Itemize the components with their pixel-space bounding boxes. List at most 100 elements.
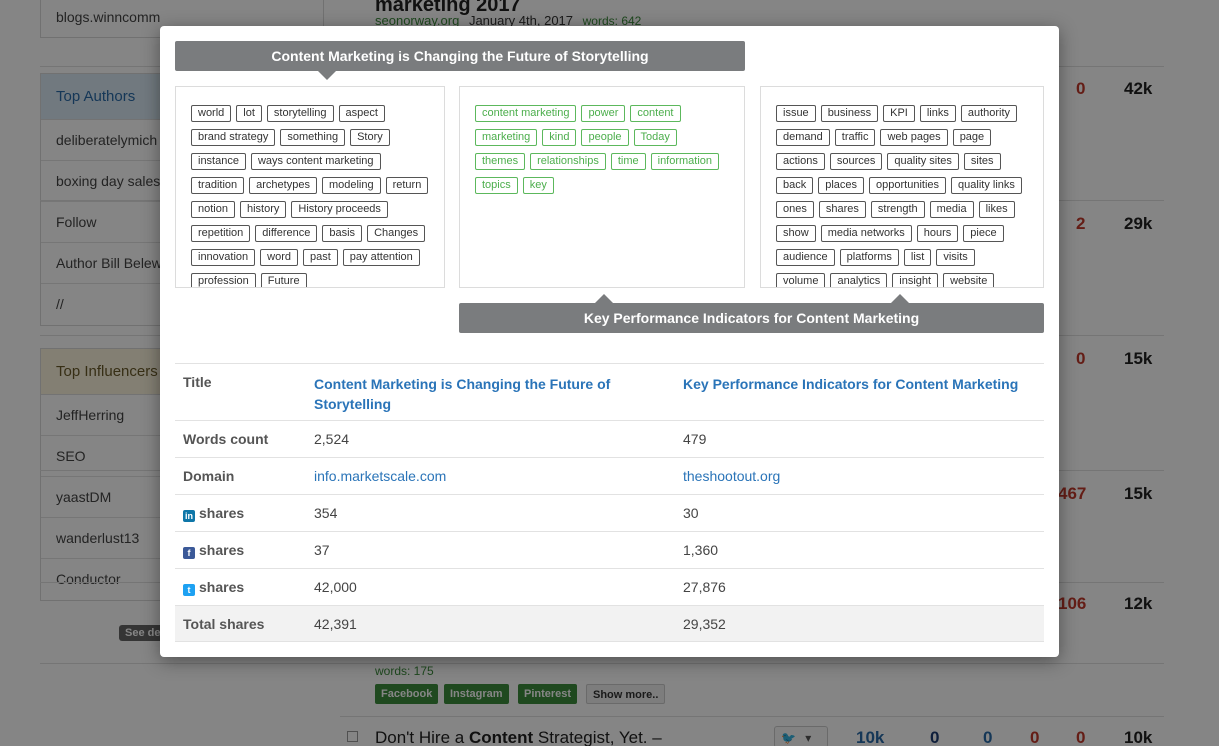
keyword-tag[interactable]: website <box>943 273 995 287</box>
keyword-tag[interactable]: KPI <box>883 105 915 122</box>
keyword-tag[interactable]: archetypes <box>249 177 317 194</box>
keyword-tag[interactable]: Future <box>260 273 307 287</box>
table-row: f shares 37 1,360 <box>175 531 1044 569</box>
keyword-tag[interactable]: traffic <box>834 129 876 146</box>
keyword-tag[interactable]: opportunities <box>869 177 947 194</box>
title-label: Title <box>175 363 306 421</box>
keyword-tag[interactable]: media networks <box>820 225 912 242</box>
keyword-tag[interactable]: ways content marketing <box>250 153 381 170</box>
twitter-shares-label: t shares <box>175 568 306 606</box>
keyword-tag[interactable]: content <box>630 105 681 122</box>
article-b-linkedin-shares: 30 <box>675 494 1044 532</box>
keyword-tag[interactable]: profession <box>191 273 256 287</box>
keyword-tag[interactable]: piece <box>963 225 1004 242</box>
keyword-tag[interactable]: authority <box>960 105 1018 122</box>
keyword-tag[interactable]: issue <box>776 105 816 122</box>
keyword-tag[interactable]: history <box>239 201 287 218</box>
keyword-tag[interactable]: list <box>903 249 932 266</box>
keyword-tag[interactable]: shares <box>818 201 866 218</box>
article-a-banner: Content Marketing is Changing the Future… <box>175 41 745 80</box>
keyword-tag[interactable]: world <box>191 105 232 122</box>
keyword-tag[interactable]: pay attention <box>342 249 420 266</box>
keyword-tag[interactable]: kind <box>542 129 577 146</box>
keyword-tag[interactable]: repetition <box>191 225 251 242</box>
keyword-tag[interactable]: brand strategy <box>191 129 276 146</box>
keyword-tag[interactable]: audience <box>776 249 835 266</box>
keyword-tag[interactable]: demand <box>776 129 830 146</box>
keyword-tag[interactable]: sources <box>829 153 883 170</box>
keyword-tag[interactable]: Today <box>633 129 677 146</box>
article-b-banner: Key Performance Indicators for Content M… <box>459 294 1044 333</box>
keyword-tag[interactable]: difference <box>255 225 318 242</box>
article-a-facebook-shares: 37 <box>306 531 675 569</box>
keyword-tag[interactable]: platforms <box>839 249 899 266</box>
keyword-tag[interactable]: modeling <box>321 177 381 194</box>
keyword-tag[interactable]: past <box>303 249 338 266</box>
keyword-tag[interactable]: return <box>385 177 429 194</box>
keyword-tag[interactable]: analytics <box>830 273 888 287</box>
keyword-tag[interactable]: notion <box>191 201 235 218</box>
keyword-tag[interactable]: aspect <box>338 105 385 122</box>
article-a-banner-title: Content Marketing is Changing the Future… <box>271 48 649 64</box>
keyword-tag[interactable]: media <box>929 201 974 218</box>
keyword-tag[interactable]: topics <box>475 177 518 194</box>
table-row: Words count 2,524 479 <box>175 420 1044 458</box>
keyword-tag[interactable]: information <box>650 153 720 170</box>
keyword-tag[interactable]: themes <box>475 153 526 170</box>
facebook-shares-label: f shares <box>175 531 306 569</box>
keyword-tag[interactable]: History proceeds <box>291 201 388 218</box>
keyword-tag[interactable]: Story <box>350 129 390 146</box>
keyword-tag[interactable]: key <box>522 177 554 194</box>
keyword-tag[interactable]: links <box>919 105 956 122</box>
keyword-tag[interactable]: word <box>260 249 298 266</box>
keyword-tag[interactable]: strength <box>870 201 925 218</box>
article-b-banner-title: Key Performance Indicators for Content M… <box>583 310 920 326</box>
keyword-tag[interactable]: instance <box>191 153 246 170</box>
keyword-tag[interactable]: relationships <box>530 153 606 170</box>
keyword-tag[interactable]: tradition <box>191 177 245 194</box>
twitter-icon: t <box>183 583 195 596</box>
article-a-title-link[interactable]: Content Marketing is Changing the Future… <box>306 363 675 421</box>
keyword-tag[interactable]: web pages <box>880 129 948 146</box>
keyword-tag[interactable]: basis <box>322 225 363 242</box>
table-row: t shares 42,000 27,876 <box>175 568 1044 606</box>
keyword-tag[interactable]: power <box>581 105 626 122</box>
table-row: Total shares 42,391 29,352 <box>175 605 1044 642</box>
keyword-tag[interactable]: page <box>952 129 992 146</box>
article-b-title-link[interactable]: Key Performance Indicators for Content M… <box>675 363 1044 421</box>
article-a-domain-link[interactable]: info.marketscale.com <box>306 457 675 495</box>
keyword-tag[interactable]: Changes <box>367 225 426 242</box>
keyword-tag[interactable]: places <box>818 177 865 194</box>
article-a-total-shares: 42,391 <box>306 605 675 642</box>
keyword-tag[interactable]: quality links <box>951 177 1022 194</box>
table-row: Domain info.marketscale.com theshootout.… <box>175 457 1044 495</box>
keyword-tag[interactable]: business <box>820 105 879 122</box>
facebook-icon: f <box>183 546 195 559</box>
keyword-tag[interactable]: sites <box>963 153 1001 170</box>
keyword-tag[interactable]: hours <box>916 225 959 242</box>
keyword-tag[interactable]: likes <box>978 201 1015 218</box>
keyword-tag[interactable]: actions <box>776 153 825 170</box>
comparison-table: Title Content Marketing is Changing the … <box>175 363 1044 642</box>
keyword-tag[interactable]: volume <box>776 273 826 287</box>
keyword-tag[interactable]: time <box>610 153 646 170</box>
keyword-tag[interactable]: content marketing <box>475 105 577 122</box>
keyword-tag[interactable]: innovation <box>191 249 256 266</box>
article-b-total-shares: 29,352 <box>675 605 1044 642</box>
comparison-modal: Content Marketing is Changing the Future… <box>160 26 1059 657</box>
article-b-domain-link[interactable]: theshootout.org <box>675 457 1044 495</box>
keyword-tag[interactable]: ones <box>776 201 814 218</box>
keyword-tag[interactable]: show <box>776 225 816 242</box>
keyword-tag[interactable]: people <box>581 129 629 146</box>
keyword-tag[interactable]: something <box>280 129 346 146</box>
keyword-tag[interactable]: marketing <box>475 129 538 146</box>
keyword-tag[interactable]: lot <box>236 105 262 122</box>
keyword-tag[interactable]: back <box>776 177 814 194</box>
linkedin-icon: in <box>183 509 195 522</box>
keyword-tag[interactable]: visits <box>936 249 975 266</box>
keyword-tag[interactable]: insight <box>892 273 939 287</box>
keyword-tag[interactable]: storytelling <box>266 105 334 122</box>
keyword-tag[interactable]: quality sites <box>887 153 959 170</box>
shares-label-text: shares <box>199 541 245 558</box>
words-count-label: Words count <box>175 420 306 458</box>
